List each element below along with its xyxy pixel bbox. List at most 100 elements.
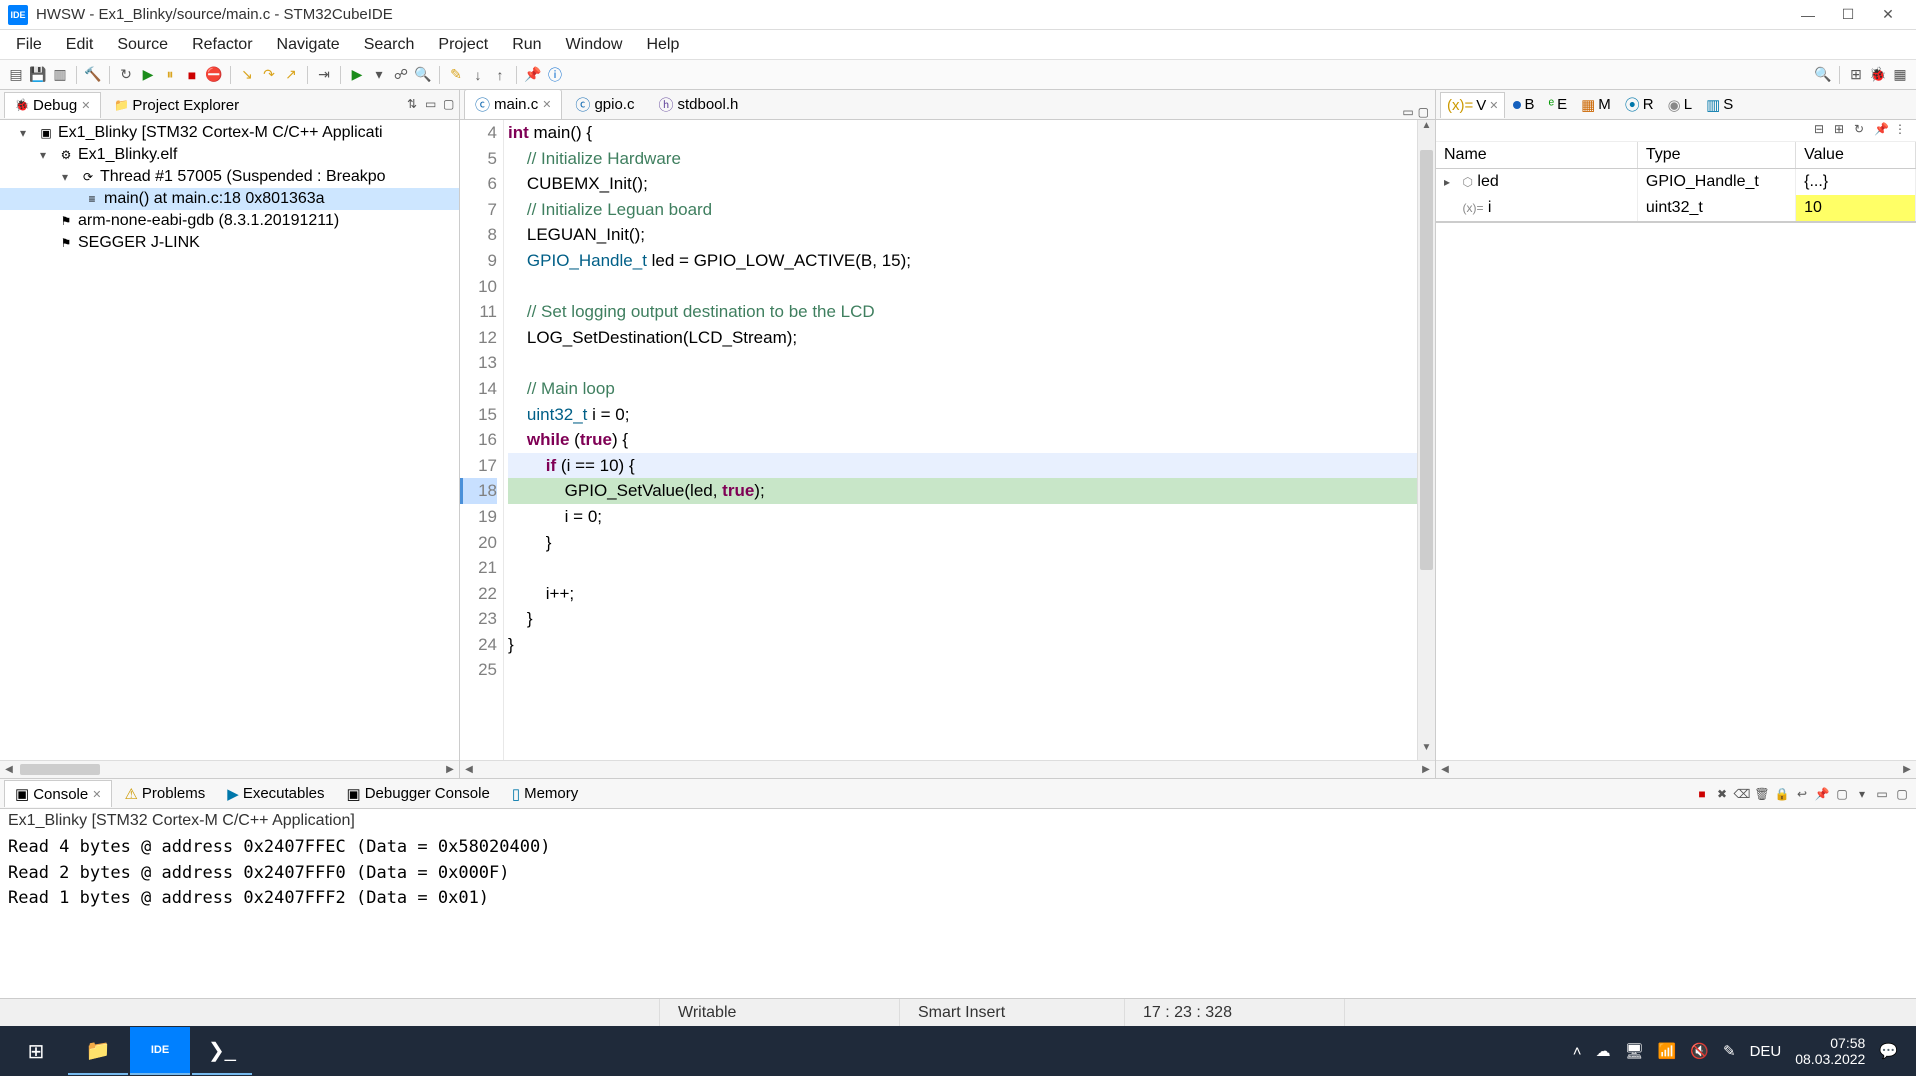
view-menu-icon[interactable]: ⇅ bbox=[407, 97, 423, 113]
maximize-button[interactable]: ☐ bbox=[1828, 1, 1868, 29]
code-line[interactable]: int main() { bbox=[508, 120, 1417, 146]
expand-icon[interactable]: ▾ bbox=[62, 170, 76, 184]
menu-edit[interactable]: Edit bbox=[54, 32, 106, 58]
code-line[interactable]: LOG_SetDestination(LCD_Stream); bbox=[508, 325, 1417, 351]
run-icon[interactable]: ▶ bbox=[347, 65, 367, 85]
line-number[interactable]: 7 bbox=[460, 197, 497, 223]
pin-console-icon[interactable]: 📌 bbox=[1814, 786, 1830, 802]
line-gutter[interactable]: 45678910111213141516171819202122232425 bbox=[460, 120, 504, 760]
tab-breakpoints[interactable]: B bbox=[1507, 92, 1540, 117]
tab-modules[interactable]: ▦M bbox=[1575, 92, 1617, 118]
code-line[interactable]: GPIO_SetValue(led, true); bbox=[508, 478, 1417, 504]
right-hscrollbar[interactable]: ◀ ▶ bbox=[1436, 760, 1916, 778]
tab-registers[interactable]: ⦿R bbox=[1619, 90, 1660, 119]
code-line[interactable]: LEGUAN_Init(); bbox=[508, 222, 1417, 248]
collapse-all-icon[interactable]: ⊟ bbox=[1814, 122, 1830, 138]
line-number[interactable]: 25 bbox=[460, 657, 497, 683]
tab-executables[interactable]: ▶ Executables bbox=[217, 781, 334, 807]
open-console-icon[interactable]: ▾ bbox=[1854, 786, 1870, 802]
col-type[interactable]: Type bbox=[1637, 142, 1795, 169]
editor-hscrollbar[interactable]: ◀ ▶ bbox=[460, 760, 1435, 778]
disconnect-icon[interactable]: ⛔ bbox=[204, 65, 224, 85]
line-number[interactable]: 20 bbox=[460, 530, 497, 556]
minimize-button[interactable]: — bbox=[1788, 1, 1828, 29]
code-line[interactable]: i++; bbox=[508, 581, 1417, 607]
tab-live[interactable]: ◉L bbox=[1662, 92, 1698, 118]
wrap-icon[interactable]: ↩ bbox=[1794, 786, 1810, 802]
pin-icon[interactable]: 📌 bbox=[1874, 122, 1890, 138]
tray-volume-icon[interactable]: 🔇 bbox=[1690, 1042, 1709, 1060]
perspective-debug-icon[interactable]: 🐞 bbox=[1868, 65, 1888, 85]
tab-variables[interactable]: (x)=V✕ bbox=[1440, 92, 1505, 118]
scroll-right-icon[interactable]: ▶ bbox=[1417, 764, 1435, 775]
display-selected-icon[interactable]: ▢ bbox=[1834, 786, 1850, 802]
tab-debug[interactable]: 🐞 Debug ✕ bbox=[4, 92, 101, 118]
build-icon[interactable]: 🔨 bbox=[83, 65, 103, 85]
tree-elf[interactable]: ▾ ⚙ Ex1_Blinky.elf bbox=[0, 144, 459, 166]
line-number[interactable]: 5 bbox=[460, 146, 497, 172]
col-name[interactable]: Name bbox=[1436, 142, 1637, 169]
line-number[interactable]: 24 bbox=[460, 632, 497, 658]
scroll-left-icon[interactable]: ◀ bbox=[1436, 764, 1454, 775]
expand-icon[interactable]: ▾ bbox=[40, 148, 54, 162]
menu-source[interactable]: Source bbox=[105, 32, 180, 58]
menu-refactor[interactable]: Refactor bbox=[180, 32, 264, 58]
code-line[interactable]: i = 0; bbox=[508, 504, 1417, 530]
code-line[interactable] bbox=[508, 657, 1417, 683]
tree-gdb[interactable]: ⚑ arm-none-eabi-gdb (8.3.1.20191211) bbox=[0, 210, 459, 232]
new-icon[interactable]: ▤ bbox=[6, 65, 26, 85]
close-button[interactable]: ✕ bbox=[1868, 1, 1908, 29]
line-number[interactable]: 14 bbox=[460, 376, 497, 402]
menu-navigate[interactable]: Navigate bbox=[265, 32, 352, 58]
scroll-left-icon[interactable]: ◀ bbox=[460, 764, 478, 775]
coverage-icon[interactable]: ☍ bbox=[391, 65, 411, 85]
tab-sfr[interactable]: ▥S bbox=[1700, 92, 1739, 118]
code-line[interactable]: if (i == 10) { bbox=[508, 453, 1417, 479]
line-number[interactable]: 6 bbox=[460, 171, 497, 197]
variable-detail[interactable] bbox=[1436, 222, 1916, 760]
expand-icon[interactable]: ▾ bbox=[20, 126, 34, 140]
step-into-icon[interactable]: ↘ bbox=[237, 65, 257, 85]
scroll-right-icon[interactable]: ▶ bbox=[441, 764, 459, 775]
code-area[interactable]: int main() { // Initialize Hardware CUBE… bbox=[504, 120, 1417, 760]
terminate-console-icon[interactable]: ■ bbox=[1694, 786, 1710, 802]
variables-table[interactable]: Name Type Value ▸ ⬡ ledGPIO_Handle_t{...… bbox=[1436, 142, 1916, 222]
editor-tab-gpio[interactable]: ⓒ gpio.c bbox=[564, 90, 645, 119]
run-dropdown-icon[interactable]: ▾ bbox=[369, 65, 389, 85]
line-number[interactable]: 17 bbox=[460, 453, 497, 479]
system-tray[interactable]: ˄ ☁ 🖥 📶 🔇 ✎ DEU 07:58 08.03.2022 💬 bbox=[1573, 1035, 1910, 1067]
line-number[interactable]: 15 bbox=[460, 402, 497, 428]
instruction-step-icon[interactable]: ⇥ bbox=[314, 65, 334, 85]
variable-row[interactable]: ▸ ⬡ ledGPIO_Handle_t{...} bbox=[1436, 169, 1916, 196]
menu-search[interactable]: Search bbox=[352, 32, 427, 58]
code-line[interactable]: uint32_t i = 0; bbox=[508, 402, 1417, 428]
tree-thread[interactable]: ▾ ⟳ Thread #1 57005 (Suspended : Breakpo bbox=[0, 166, 459, 188]
code-line[interactable] bbox=[508, 350, 1417, 376]
code-line[interactable]: CUBEMX_Init(); bbox=[508, 171, 1417, 197]
taskbar-terminal[interactable]: ❯_ bbox=[192, 1027, 252, 1075]
taskbar-ide[interactable]: IDE bbox=[130, 1027, 190, 1075]
scroll-lock-icon[interactable]: 🔒 bbox=[1774, 786, 1790, 802]
scroll-left-icon[interactable]: ◀ bbox=[0, 764, 18, 775]
tray-monitor-icon[interactable]: 🖥 bbox=[1625, 1042, 1644, 1060]
code-line[interactable]: // Main loop bbox=[508, 376, 1417, 402]
profile-icon[interactable]: 🔍 bbox=[413, 65, 433, 85]
line-number[interactable]: 8 bbox=[460, 222, 497, 248]
code-line[interactable]: GPIO_Handle_t led = GPIO_LOW_ACTIVE(B, 1… bbox=[508, 248, 1417, 274]
line-number[interactable]: 12 bbox=[460, 325, 497, 351]
tab-debugger-console[interactable]: ▣ Debugger Console bbox=[337, 781, 500, 807]
min-icon[interactable]: ▭ bbox=[1874, 786, 1890, 802]
debug-restart-icon[interactable]: ↻ bbox=[116, 65, 136, 85]
line-number[interactable]: 22 bbox=[460, 581, 497, 607]
code-line[interactable]: } bbox=[508, 530, 1417, 556]
tab-close-icon[interactable]: ✕ bbox=[542, 98, 551, 111]
console-output[interactable]: Read 4 bytes @ address 0x2407FFEC (Data … bbox=[0, 833, 1916, 998]
menu-icon[interactable]: ⋮ bbox=[1894, 122, 1910, 138]
editor-tab-stdbool[interactable]: ⓗ stdbool.h bbox=[647, 90, 749, 119]
tray-wifi-icon[interactable]: 📶 bbox=[1658, 1042, 1677, 1060]
editor-vscrollbar[interactable]: ▲ ▼ bbox=[1417, 120, 1435, 760]
tray-chevron-icon[interactable]: ˄ bbox=[1573, 1043, 1582, 1060]
line-number[interactable]: 13 bbox=[460, 350, 497, 376]
tray-notifications-icon[interactable]: 💬 bbox=[1879, 1042, 1898, 1060]
line-number[interactable]: 11 bbox=[460, 299, 497, 325]
